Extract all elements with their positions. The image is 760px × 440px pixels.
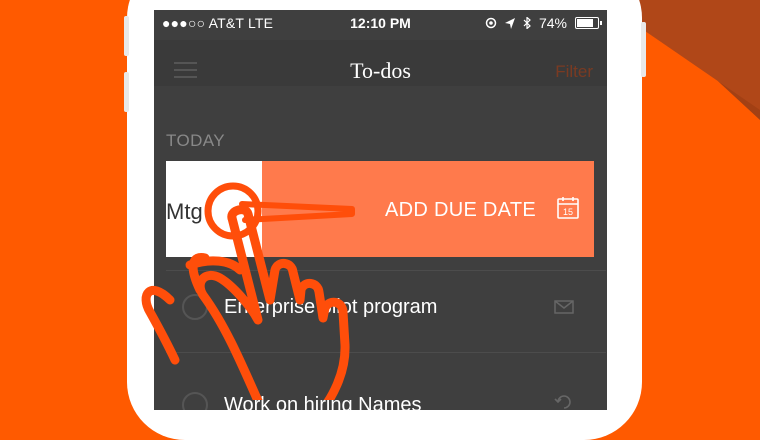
bluetooth-icon xyxy=(523,17,531,29)
task-checkbox[interactable] xyxy=(182,294,208,320)
add-due-date-action[interactable]: ADD DUE DATE 15 xyxy=(262,161,594,257)
task-row[interactable]: Enterprise pilot program xyxy=(166,280,596,340)
status-bar: ●●●○○ AT&T LTE 12:10 PM 74% xyxy=(154,10,607,36)
page-title: To-dos xyxy=(350,58,411,83)
envelope-icon xyxy=(554,300,574,314)
calendar-icon: 15 xyxy=(557,197,579,219)
calendar-day: 15 xyxy=(563,207,573,217)
navigation-bar: To-dos Filter xyxy=(154,40,607,86)
location-arrow-icon xyxy=(504,17,515,29)
task-title-partial: Mtg xyxy=(166,199,203,224)
status-right: 74% xyxy=(485,15,602,31)
filter-button[interactable]: Filter xyxy=(555,62,593,82)
task-checkbox[interactable] xyxy=(182,392,208,410)
volume-up-button xyxy=(124,16,129,56)
row-divider xyxy=(166,270,606,271)
task-row[interactable]: Work on hiring Names xyxy=(166,378,596,410)
volume-down-button xyxy=(124,72,129,112)
task-title: Enterprise pilot program xyxy=(224,296,438,318)
phone-screen: ●●●○○ AT&T LTE 12:10 PM 74% To-dos Filte… xyxy=(154,10,607,410)
power-button xyxy=(641,22,646,77)
swiped-task-row[interactable]: Mtg xyxy=(166,161,262,257)
add-due-date-label: ADD DUE DATE xyxy=(384,199,536,221)
location-lock-icon xyxy=(485,17,497,29)
battery-percent: 74% xyxy=(538,15,567,31)
recurring-icon xyxy=(554,395,571,409)
row-divider xyxy=(166,352,606,353)
section-header-today: TODAY xyxy=(166,131,225,150)
battery-icon xyxy=(575,17,602,29)
task-title: Work on hiring Names xyxy=(224,394,422,410)
